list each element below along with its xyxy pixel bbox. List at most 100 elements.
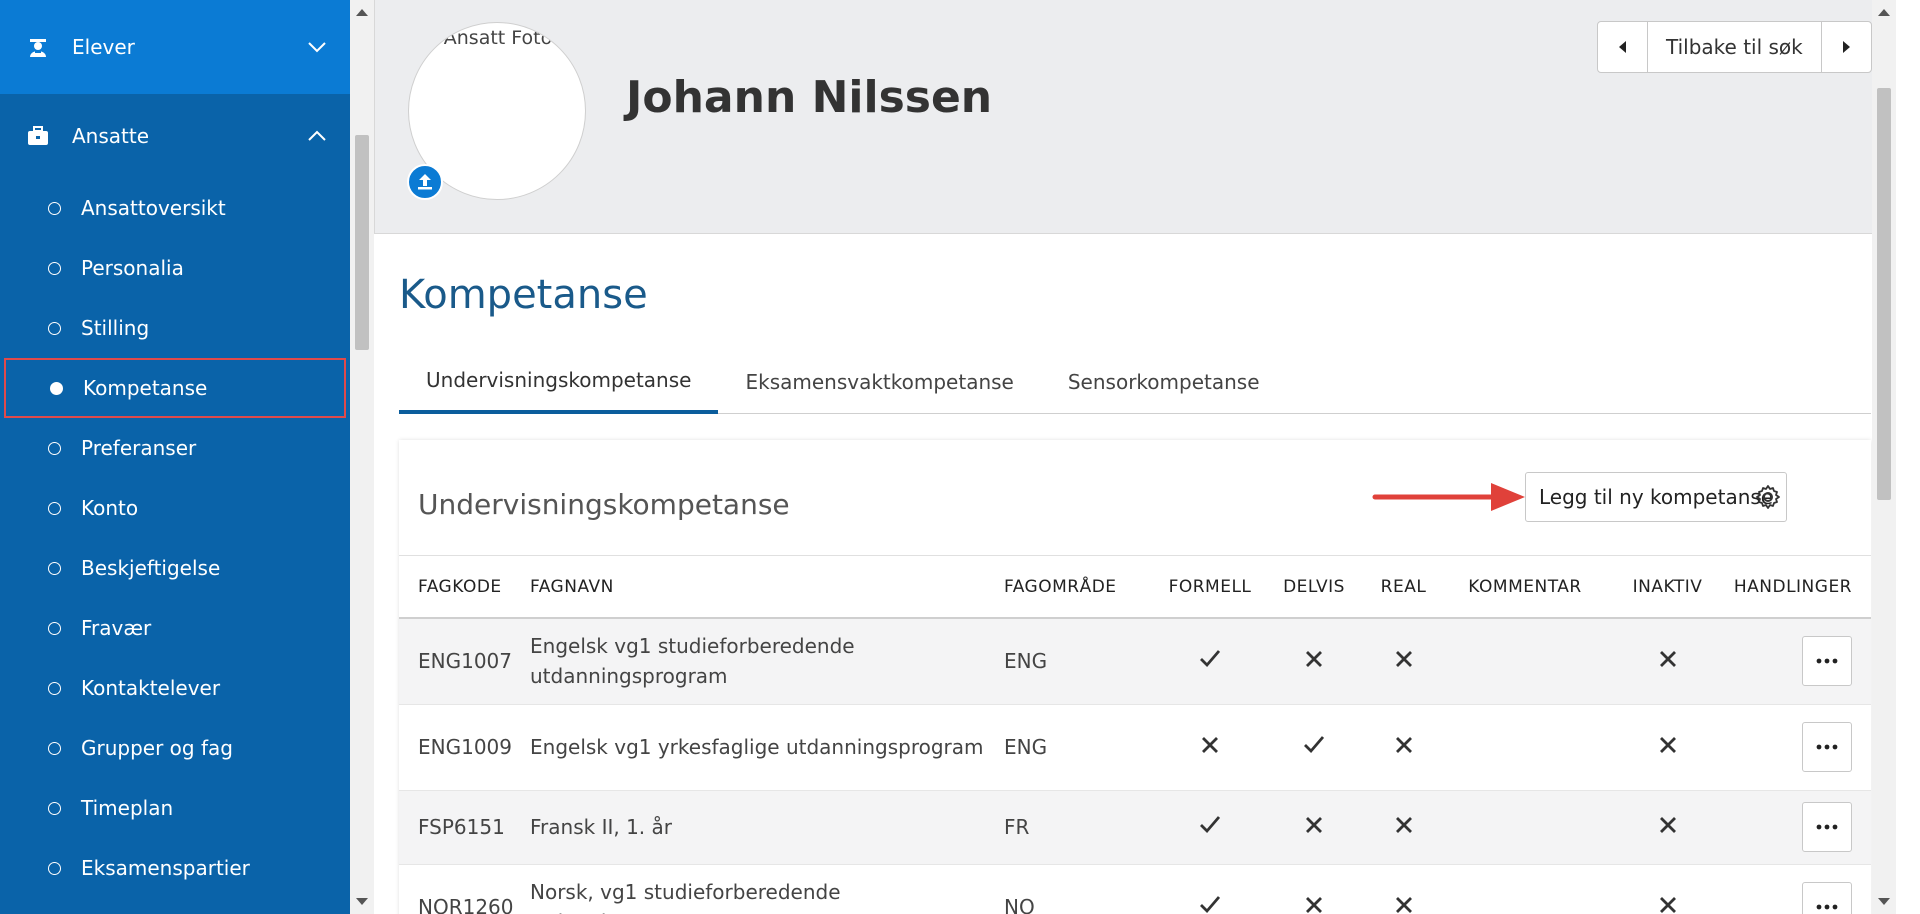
check-icon xyxy=(1196,890,1224,914)
cell-delvis xyxy=(1268,790,1360,865)
cell-real xyxy=(1360,704,1447,791)
chevron-up-icon xyxy=(304,123,330,149)
sidebar-item-beskjeftigelse[interactable]: Beskjeftigelse xyxy=(0,538,350,598)
sidebar-item-eksamenspartier[interactable]: Eksamenspartier xyxy=(0,838,350,898)
cell-fagomrade: NO xyxy=(1004,864,1152,914)
settings-button[interactable] xyxy=(1753,482,1783,512)
cross-icon xyxy=(1300,645,1328,673)
sidebar-item-stilling[interactable]: Stilling xyxy=(0,298,350,358)
page-title: Kompetanse xyxy=(399,272,648,318)
cell-fagnavn: Engelsk vg1 yrkesfaglige utdanningsprogr… xyxy=(530,704,1004,791)
scroll-down-icon[interactable] xyxy=(1878,898,1890,905)
sidebar-group-elever[interactable]: Elever xyxy=(0,0,350,94)
cell-formell xyxy=(1152,790,1268,865)
more-horizontal-icon xyxy=(1816,744,1838,750)
row-actions-button[interactable] xyxy=(1802,636,1852,687)
table-row: ENG1007 Engelsk vg1 studieforberedende ut… xyxy=(399,618,1871,705)
cross-icon xyxy=(1390,645,1418,673)
col-header-fagkode[interactable]: FAGKODE xyxy=(399,556,530,619)
col-header-delvis[interactable]: DELVIS xyxy=(1268,556,1360,619)
circle-filled-icon xyxy=(50,381,63,395)
sidebar-item-label: Grupper og fag xyxy=(81,736,233,760)
cell-handlinger xyxy=(1732,618,1871,705)
previous-button[interactable] xyxy=(1598,22,1648,72)
main-scrollbar[interactable] xyxy=(1872,0,1896,914)
scroll-down-icon[interactable] xyxy=(356,898,368,905)
col-header-fagnavn[interactable]: FAGNAVN xyxy=(530,556,1004,619)
cell-delvis xyxy=(1268,864,1360,914)
scroll-up-icon[interactable] xyxy=(356,9,368,16)
sidebar-item-kompetanse[interactable]: Kompetanse xyxy=(4,358,346,418)
sidebar: Elever Ansatte Ansattoversikt Personalia… xyxy=(0,0,350,914)
col-header-real[interactable]: REAL xyxy=(1360,556,1447,619)
sidebar-item-kontaktelever[interactable]: Kontaktelever xyxy=(0,658,350,718)
sidebar-item-timeplan[interactable]: Timeplan xyxy=(0,778,350,838)
check-icon xyxy=(1196,644,1224,672)
sidebar-item-grupper-og-fag[interactable]: Grupper og fag xyxy=(0,718,350,778)
cell-fagnavn: Engelsk vg1 studieforberedende utdanning… xyxy=(530,618,1004,705)
table-body: ENG1007 Engelsk vg1 studieforberedende ut… xyxy=(399,618,1871,914)
cell-fagomrade: ENG xyxy=(1004,618,1152,705)
next-button[interactable] xyxy=(1820,22,1871,72)
cell-inaktiv xyxy=(1603,704,1732,791)
sidebar-group-label: Ansatte xyxy=(72,124,150,148)
annotation-arrow xyxy=(1372,483,1525,511)
sidebar-item-konto[interactable]: Konto xyxy=(0,478,350,538)
circle-icon xyxy=(48,201,61,215)
sidebar-item-fravaer[interactable]: Fravær xyxy=(0,598,350,658)
sidebar-group-ansatte[interactable]: Ansatte xyxy=(0,94,350,178)
card-title: Undervisningskompetanse xyxy=(418,488,790,521)
sidebar-item-preferanser[interactable]: Preferanser xyxy=(0,418,350,478)
upload-photo-button[interactable] xyxy=(407,164,443,200)
sidebar-scrollbar[interactable] xyxy=(350,0,374,914)
cross-icon xyxy=(1300,891,1328,914)
cell-kommentar xyxy=(1447,790,1603,865)
circle-icon xyxy=(48,561,61,575)
cell-inaktiv xyxy=(1603,864,1732,914)
cell-inaktiv xyxy=(1603,618,1732,705)
chevron-down-icon xyxy=(304,34,330,60)
cross-icon xyxy=(1300,811,1328,839)
cell-fagomrade: ENG xyxy=(1004,704,1152,791)
sidebar-item-personalia[interactable]: Personalia xyxy=(0,238,350,298)
scroll-up-icon[interactable] xyxy=(1878,9,1890,16)
cross-icon xyxy=(1654,811,1682,839)
scrollbar-thumb[interactable] xyxy=(1877,88,1891,500)
scrollbar-thumb[interactable] xyxy=(355,135,369,350)
sidebar-item-label: Fravær xyxy=(81,616,152,640)
cell-fagkode: ENG1009 xyxy=(399,704,530,791)
cell-formell xyxy=(1152,704,1268,791)
cell-delvis xyxy=(1268,704,1360,791)
caret-right-icon xyxy=(1843,41,1851,53)
more-horizontal-icon xyxy=(1816,824,1838,830)
circle-icon xyxy=(48,501,61,515)
col-header-kommentar[interactable]: KOMMENTAR xyxy=(1447,556,1603,619)
table-header-row: FAGKODE FAGNAVN FAGOMRÅDE FORMELL DELVIS… xyxy=(399,556,1871,619)
row-actions-button[interactable] xyxy=(1802,882,1852,914)
sidebar-item-label: Beskjeftigelse xyxy=(81,556,221,580)
sidebar-item-ansattoversikt[interactable]: Ansattoversikt xyxy=(0,178,350,238)
circle-icon xyxy=(48,861,61,875)
sidebar-item-label: Stilling xyxy=(81,316,150,340)
col-header-fagomrade[interactable]: FAGOMRÅDE xyxy=(1004,556,1152,619)
cell-fagnavn: Norsk, vg1 studieforberedende utdannings… xyxy=(530,864,1004,914)
cell-delvis xyxy=(1268,618,1360,705)
sidebar-item-label: Preferanser xyxy=(81,436,197,460)
tab-eksamensvaktkompetanse[interactable]: Eksamensvaktkompetanse xyxy=(718,350,1040,414)
main-content: Ansatt Foto Johann Nilssen Tilbake til s… xyxy=(374,0,1896,914)
cell-handlinger xyxy=(1732,790,1871,865)
competence-card: Undervisningskompetanse Legg til ny komp… xyxy=(399,440,1871,914)
cell-handlinger xyxy=(1732,864,1871,914)
tab-undervisningskompetanse[interactable]: Undervisningskompetanse xyxy=(399,350,719,414)
more-horizontal-icon xyxy=(1816,904,1838,910)
tab-sensorkompetanse[interactable]: Sensorkompetanse xyxy=(1041,350,1287,414)
caret-left-icon xyxy=(1618,41,1626,53)
col-header-formell[interactable]: FORMELL xyxy=(1152,556,1268,619)
col-header-inaktiv[interactable]: INAKTIV xyxy=(1603,556,1732,619)
back-to-search-button[interactable]: Tilbake til søk xyxy=(1648,22,1821,72)
add-competence-button[interactable]: Legg til ny kompetanse xyxy=(1525,472,1788,522)
row-actions-button[interactable] xyxy=(1802,722,1852,772)
cell-fagkode: FSP6151 xyxy=(399,790,530,865)
row-actions-button[interactable] xyxy=(1802,802,1852,852)
col-header-handlinger: HANDLINGER xyxy=(1732,556,1871,619)
